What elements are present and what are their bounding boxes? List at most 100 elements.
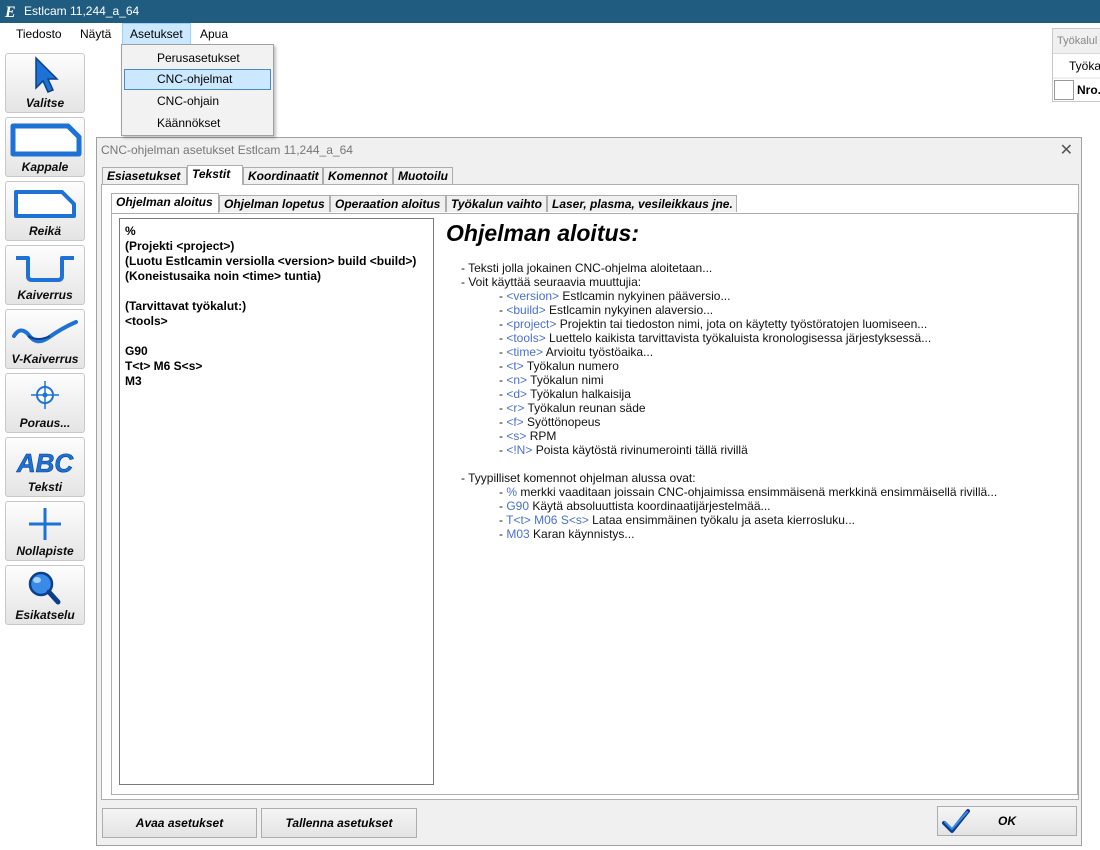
dialog-title: CNC-ohjelman asetukset Estlcam 11,244_a_… [101,143,353,157]
typical-command-list: - % merkki vaaditaan joissain CNC-ohjaim… [461,485,997,541]
menu-item-kaannokset[interactable]: Käännökset [124,113,271,134]
variable-description: Työkalun reunan säde [524,401,646,415]
zero-point-cross-icon [29,508,61,540]
arrow-cursor-icon [35,56,59,93]
tool-list-column-header: Nro. [1053,79,1100,101]
variable-description: Syöttönopeus [523,415,601,429]
part-outline-icon [10,123,82,157]
variable-description: merkki vaaditaan joissain CNC-ohjaimissa… [517,485,998,499]
tool-list-tab[interactable]: Työkal [1053,53,1100,77]
help-intro-line: - Voit käyttää seuraavia muuttujia: [461,275,642,289]
menu-item-perusasetukset[interactable]: Perusasetukset [124,48,271,69]
tool-esikatselu-button[interactable]: Esikatselu [5,565,85,625]
sub-tab-row: Ohjelman aloitus Ohjelman lopetus Operaa… [111,193,1071,213]
row-selector-cell[interactable] [1054,80,1074,100]
variable-help-line: - <build> Estlcamin nykyinen alaversio..… [461,303,997,317]
svg-text:ABC: ABC [16,448,75,478]
menu-item-cnc-ohjelmat[interactable]: CNC-ohjelmat [124,69,271,90]
menu-apua[interactable]: Apua [193,23,235,45]
variable-description: Arvioitu työstöaika... [543,345,654,359]
variable-key: M03 [506,527,530,541]
tab-muotoilu[interactable]: Muotoilu [393,167,453,184]
tool-valitse-button[interactable]: Valitse [5,53,85,113]
window-title: Estlcam 11,244_a_64 [24,4,140,18]
menu-asetukset[interactable]: Asetukset [122,23,191,45]
variable-description: Työkalun numero [523,359,619,373]
tool-kappale-button[interactable]: Kappale [5,117,85,177]
tab-operaation-aloitus[interactable]: Operaation aloitus [330,195,446,212]
open-settings-button[interactable]: Avaa asetukset [102,808,257,838]
help-area: Ohjelman aloitus: - Teksti jolla jokaine… [446,218,1071,785]
variable-key: <n> [506,373,528,387]
variable-description: Estlcamin nykyinen alaversio... [545,303,714,317]
typical-command-line: - T<t> M06 S<s> Lataa ensimmäinen työkal… [461,513,997,527]
tab-ohjelman-lopetus[interactable]: Ohjelman lopetus [219,195,330,212]
variable-key: G90 [506,499,530,513]
tool-poraus-button[interactable]: Poraus... [5,373,85,433]
tab-komennot[interactable]: Komennot [323,167,393,184]
checkmark-icon [942,809,970,833]
variable-key: <build> [506,303,546,317]
variable-description: Työkalun halkaisija [527,387,631,401]
variable-description: Projektin tai tiedoston nimi, jota on kä… [556,317,928,331]
tab-esiasetukset[interactable]: Esiasetukset [102,167,187,184]
variable-key: <version> [506,289,560,303]
save-settings-button[interactable]: Tallenna asetukset [261,808,417,838]
variable-key: % [506,485,518,499]
menu-bar: Tiedosto Näytä Asetukset Apua [0,23,1100,45]
tab-laser-plasma[interactable]: Laser, plasma, vesileikkaus jne. [547,195,737,212]
typical-command-line: - % merkki vaaditaan joissain CNC-ohjaim… [461,485,997,499]
menu-nayta[interactable]: Näytä [73,23,118,45]
variable-help-line: - <r> Työkalun reunan säde [461,401,997,415]
tool-teksti-button[interactable]: ABC Teksti [5,437,85,497]
variable-description: Käytä absoluuttista koordinaatijärjestel… [529,499,771,513]
variable-key: <d> [506,387,528,401]
variable-key: <t> [506,359,524,373]
app-titlebar: E Estlcam 11,244_a_64 [0,0,1100,23]
variable-description: Karan käynnistys... [529,527,635,541]
cnc-settings-dialog: CNC-ohjelman asetukset Estlcam 11,244_a_… [96,137,1082,846]
typical-command-line: - M03 Karan käynnistys... [461,527,997,541]
tool-v-kaiverrus-button[interactable]: V-Kaiverrus [5,309,85,369]
v-carve-icon [12,320,78,344]
main-tab-row: Esiasetukset Tekstit Koordinaatit Komenn… [102,165,1072,185]
drill-crosshair-icon [31,381,59,409]
ok-button[interactable]: OK [937,806,1077,836]
menu-tiedosto[interactable]: Tiedosto [9,23,69,45]
tool-nollapiste-button[interactable]: Nollapiste [5,501,85,561]
variable-description: Lataa ensimmäinen työkalu ja aseta kierr… [588,513,855,527]
variable-list: - <version> Estlcamin nykyinen pääversio… [461,289,997,457]
variable-help-line: - <time> Arvioitu työstöaika... [461,345,997,359]
variable-help-line: - <s> RPM [461,429,997,443]
variable-description: Luettelo kaikista tarvittavista työkalui… [545,331,932,345]
svg-text:E: E [4,4,16,21]
tab-tekstit[interactable]: Tekstit [187,165,243,185]
variable-description: Työkalun nimi [527,373,604,387]
tab-koordinaatit[interactable]: Koordinaatit [243,167,323,184]
abc-text-icon: ABC [16,448,75,479]
tool-reika-button[interactable]: Reikä [5,181,85,241]
program-start-textarea[interactable]: % (Projekti <project>) (Luotu Estlcamin … [119,218,434,785]
tab-tyokalun-vaihto[interactable]: Työkalun vaihto [446,195,547,212]
variable-description: Estlcamin nykyinen pääversio... [559,289,731,303]
variable-key: <f> [506,415,524,429]
tool-list-header: Työkalul [1057,35,1098,47]
engrave-groove-icon [16,256,74,282]
tekstit-tab-panel: Ohjelman aloitus Ohjelman lopetus Operaa… [101,184,1079,800]
close-icon[interactable]: ✕ [1060,140,1073,160]
variable-key: <project> [506,317,557,331]
variable-help-line: - <version> Estlcamin nykyinen pääversio… [461,289,997,303]
variable-help-line: - <t> Työkalun numero [461,359,997,373]
estlcam-logo-icon: E [4,4,16,21]
tool-sidebar: Valitse Kappale Reikä Kaiverrus V-Kaiver… [0,45,90,850]
tab-ohjelman-aloitus[interactable]: Ohjelman aloitus [111,193,219,213]
asetukset-dropdown-menu: Perusasetukset CNC-ohjelmat CNC-ohjain K… [121,44,274,136]
variable-help-line: - <f> Syöttönopeus [461,415,997,429]
tool-kaiverrus-button[interactable]: Kaiverrus [5,245,85,305]
menu-item-cnc-ohjain[interactable]: CNC-ohjain [124,91,271,112]
variable-help-line: - <n> Työkalun nimi [461,373,997,387]
tool-list-panel: Työkalul Työkal Nro. [1052,28,1100,102]
ohjelman-aloitus-panel: % (Projekti <project>) (Luotu Estlcamin … [111,213,1078,795]
ok-label: OK [998,814,1016,828]
